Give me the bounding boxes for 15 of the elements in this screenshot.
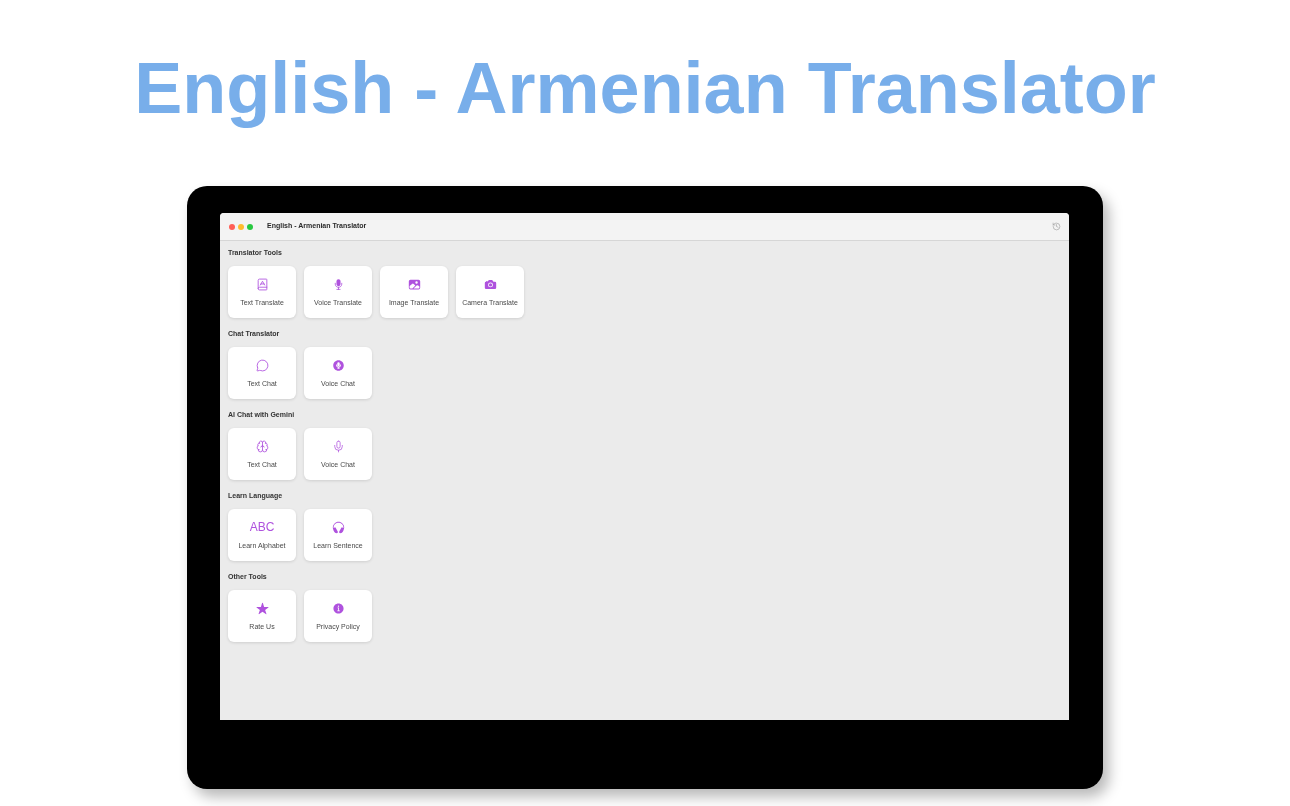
window-close-icon[interactable]: [229, 223, 235, 230]
headphones-icon: [331, 521, 345, 534]
image-icon: [407, 278, 421, 291]
speech-bubble-icon: [255, 359, 269, 372]
camera-icon: [483, 278, 497, 291]
history-icon[interactable]: [1052, 222, 1061, 231]
window-zoom-icon[interactable]: [247, 223, 253, 230]
abc-glyph: ABC: [249, 521, 275, 534]
info-icon: [331, 602, 345, 615]
window-minimize-icon[interactable]: [238, 223, 244, 230]
book-icon: [255, 278, 269, 291]
brain-icon: [255, 440, 269, 453]
microphone-icon: [331, 359, 345, 372]
microphone-icon: [331, 440, 345, 453]
star-icon: [255, 602, 269, 615]
